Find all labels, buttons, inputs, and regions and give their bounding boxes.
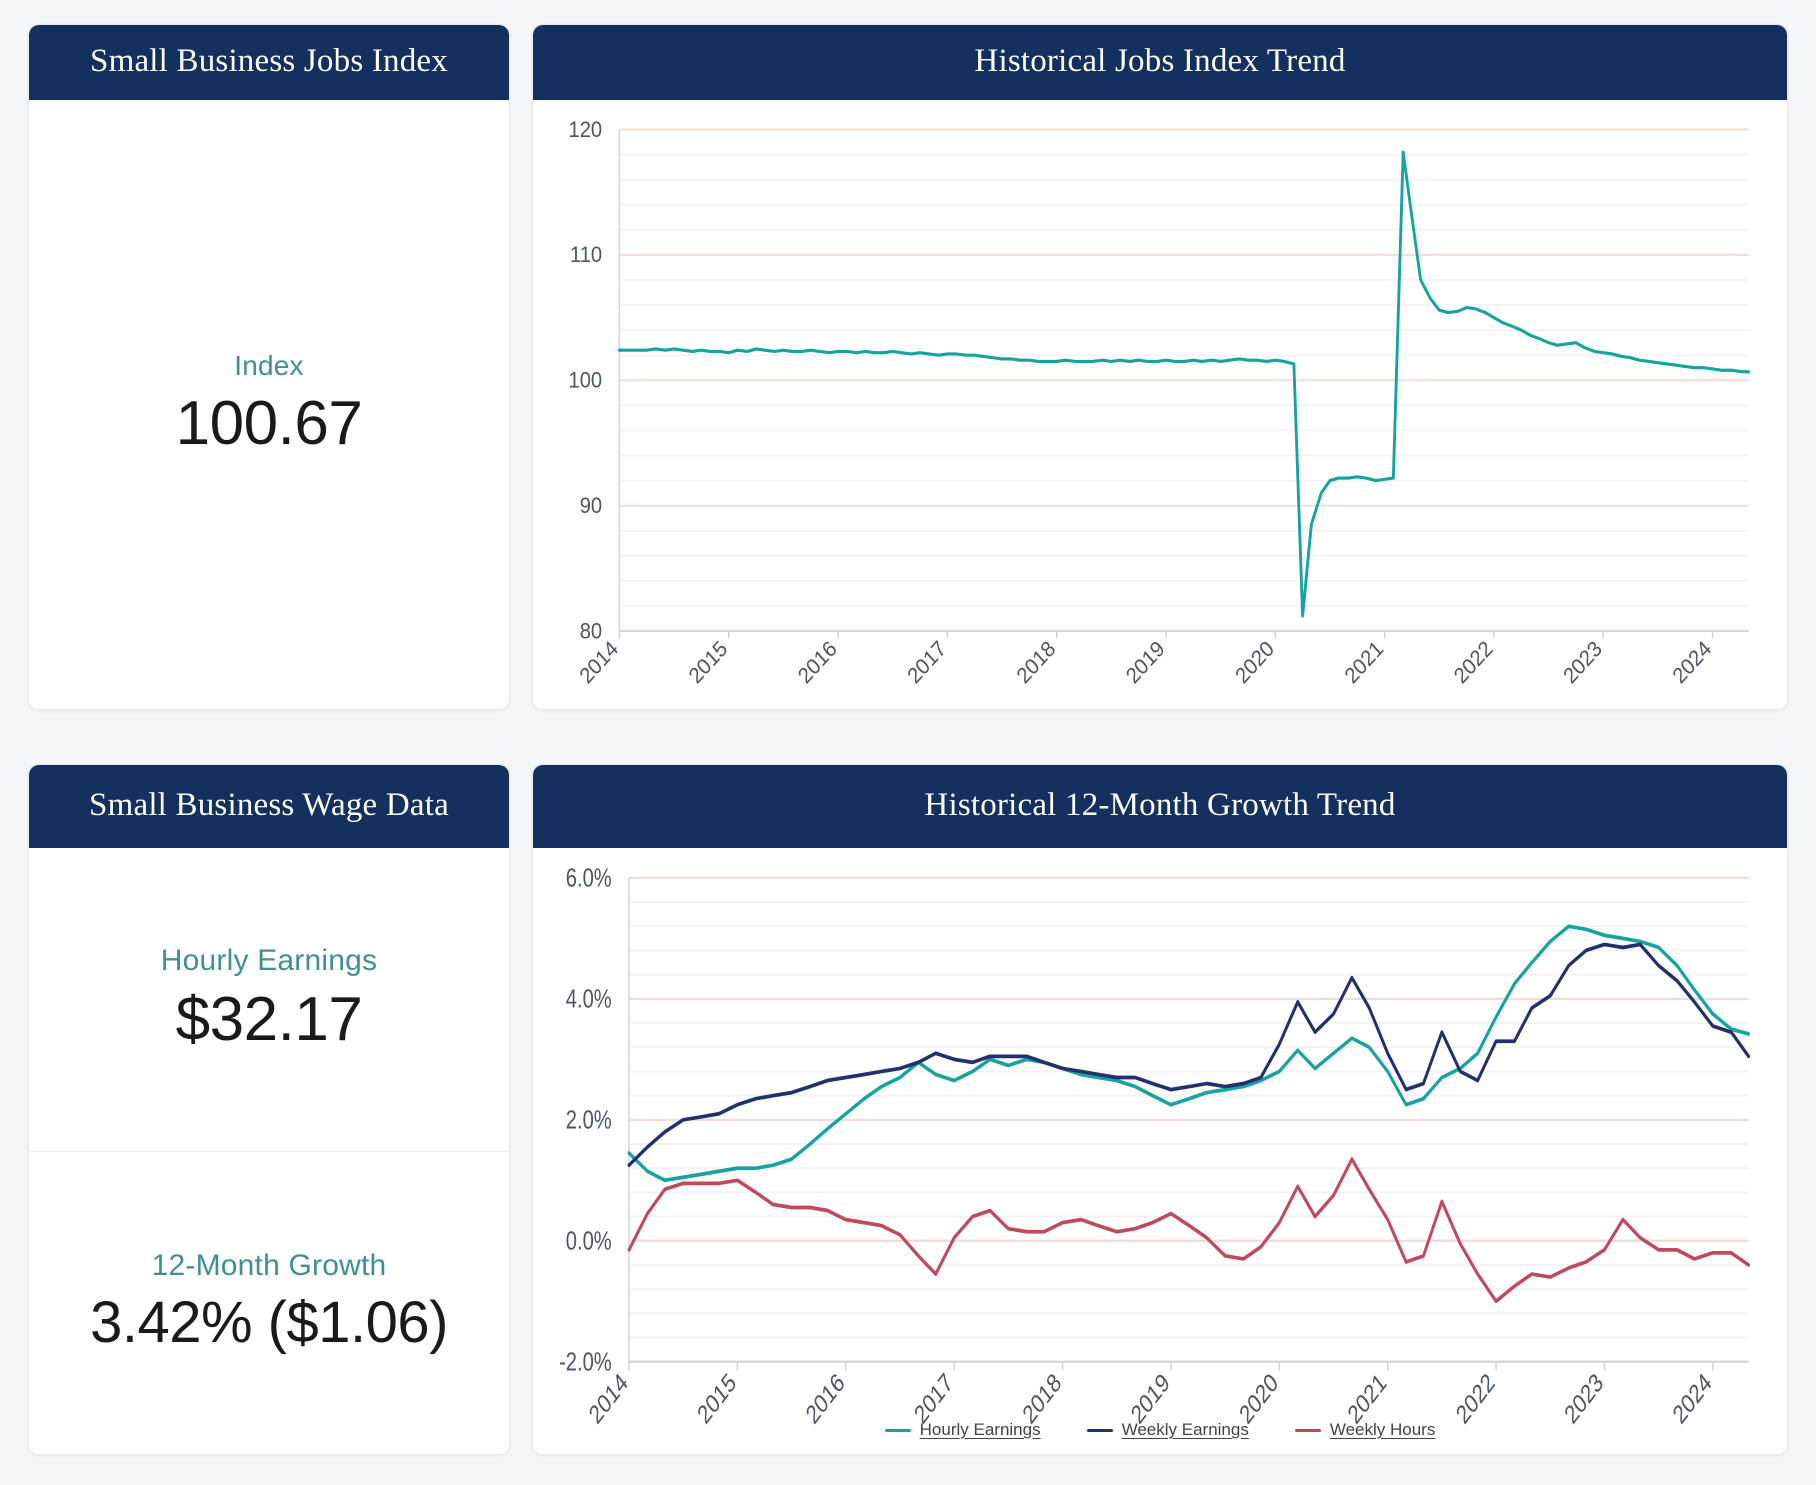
growth-trend-chart[interactable]: -2.0%0.0%2.0%4.0%6.0%2014201520162017201… (533, 848, 1787, 1454)
legend-item[interactable]: Weekly Earnings (1087, 1420, 1249, 1440)
jobs-trend-card-body: 80 90 100 110 120 2014 2015 2016 2017 2018 2019 202… (533, 100, 1787, 709)
growth-trend-card-title: Historical 12-Month Growth Trend (533, 765, 1787, 848)
y-axis-tick-label: 100 (568, 369, 602, 393)
y-axis-tick-label: -2.0% (559, 1347, 612, 1376)
growth-kpi: 12-Month Growth 3.42% ($1.06) (29, 1151, 509, 1455)
jobs-index-card-title: Small Business Jobs Index (29, 25, 509, 100)
y-axis-tick-label: 90 (580, 494, 602, 518)
hourly-earnings-value: $32.17 (176, 984, 363, 1055)
jobs-index-card-body: Index 100.67 (29, 100, 509, 709)
legend-label: Weekly Hours (1330, 1420, 1436, 1440)
y-axis-tick-label: 80 (580, 620, 602, 644)
dashboard: Small Business Jobs Index Index 100.67 H… (0, 0, 1816, 1485)
legend-swatch-icon (1295, 1429, 1321, 1432)
growth-trend-card: Historical 12-Month Growth Trend -2.0% 0.… (532, 764, 1788, 1455)
y-axis-tick-label: 110 (570, 243, 602, 267)
x-axis-tick-label: 2017 (904, 637, 951, 689)
x-axis-tick-label: 2023 (1559, 637, 1606, 689)
legend-swatch-icon (1087, 1429, 1113, 1432)
jobs-index-trend-chart[interactable]: 80 90 100 110 120 2014 2015 2016 2017 2018 2019 202… (533, 100, 1787, 709)
y-axis-tick-label: 0.0% (566, 1226, 612, 1255)
legend-item[interactable]: Hourly Earnings (885, 1420, 1041, 1440)
y-axis-tick-label: 4.0% (566, 984, 612, 1013)
growth-label: 12-Month Growth (152, 1249, 387, 1283)
jobs-index-card: Small Business Jobs Index Index 100.67 (28, 24, 510, 710)
legend-item[interactable]: Weekly Hours (1295, 1420, 1436, 1440)
wage-data-card-body: Hourly Earnings $32.17 12-Month Growth 3… (29, 848, 509, 1454)
growth-trend-card-body: -2.0%0.0%2.0%4.0%6.0%2014201520162017201… (533, 848, 1787, 1454)
index-kpi-value: 100.67 (176, 388, 363, 459)
index-kpi: Index 100.67 (29, 100, 509, 709)
jobs-trend-card: Historical Jobs Index Trend 80 90 100 110 12… (532, 24, 1788, 710)
y-axis-tick-label: 120 (568, 118, 602, 142)
x-axis-tick-label: 2024 (1669, 637, 1716, 689)
x-axis-tick-label: 2022 (1450, 637, 1497, 689)
index-kpi-label: Index (234, 350, 304, 382)
legend-label: Weekly Earnings (1122, 1420, 1249, 1440)
jobs-trend-card-title: Historical Jobs Index Trend (533, 25, 1787, 100)
x-axis-tick-label: 2019 (1122, 637, 1169, 689)
hourly-earnings-kpi: Hourly Earnings $32.17 (29, 848, 509, 1151)
series-line (629, 926, 1749, 1180)
x-axis-tick-label: 2015 (685, 637, 732, 689)
x-axis-tick-label: 2021 (1341, 637, 1388, 689)
wage-data-card-title: Small Business Wage Data (29, 765, 509, 848)
x-axis-tick-label: 2018 (1013, 637, 1060, 689)
x-axis-tick-label: 2016 (794, 637, 841, 689)
x-axis-tick-label: 2020 (1231, 637, 1278, 689)
legend-swatch-icon (885, 1429, 911, 1432)
y-axis-tick-label: 6.0% (566, 863, 612, 892)
hourly-earnings-label: Hourly Earnings (161, 944, 377, 978)
series-line (629, 944, 1749, 1165)
chart-legend: Hourly Earnings Weekly Earnings Weekly Hou… (533, 1420, 1787, 1440)
y-axis-tick-label: 2.0% (566, 1105, 612, 1134)
growth-value: 3.42% ($1.06) (90, 1289, 448, 1356)
x-axis-tick-label: 2014 (576, 637, 623, 689)
legend-label: Hourly Earnings (920, 1420, 1041, 1440)
series-line (629, 1159, 1749, 1301)
wage-data-card: Small Business Wage Data Hourly Earnings… (28, 764, 510, 1455)
series-line (619, 152, 1748, 616)
